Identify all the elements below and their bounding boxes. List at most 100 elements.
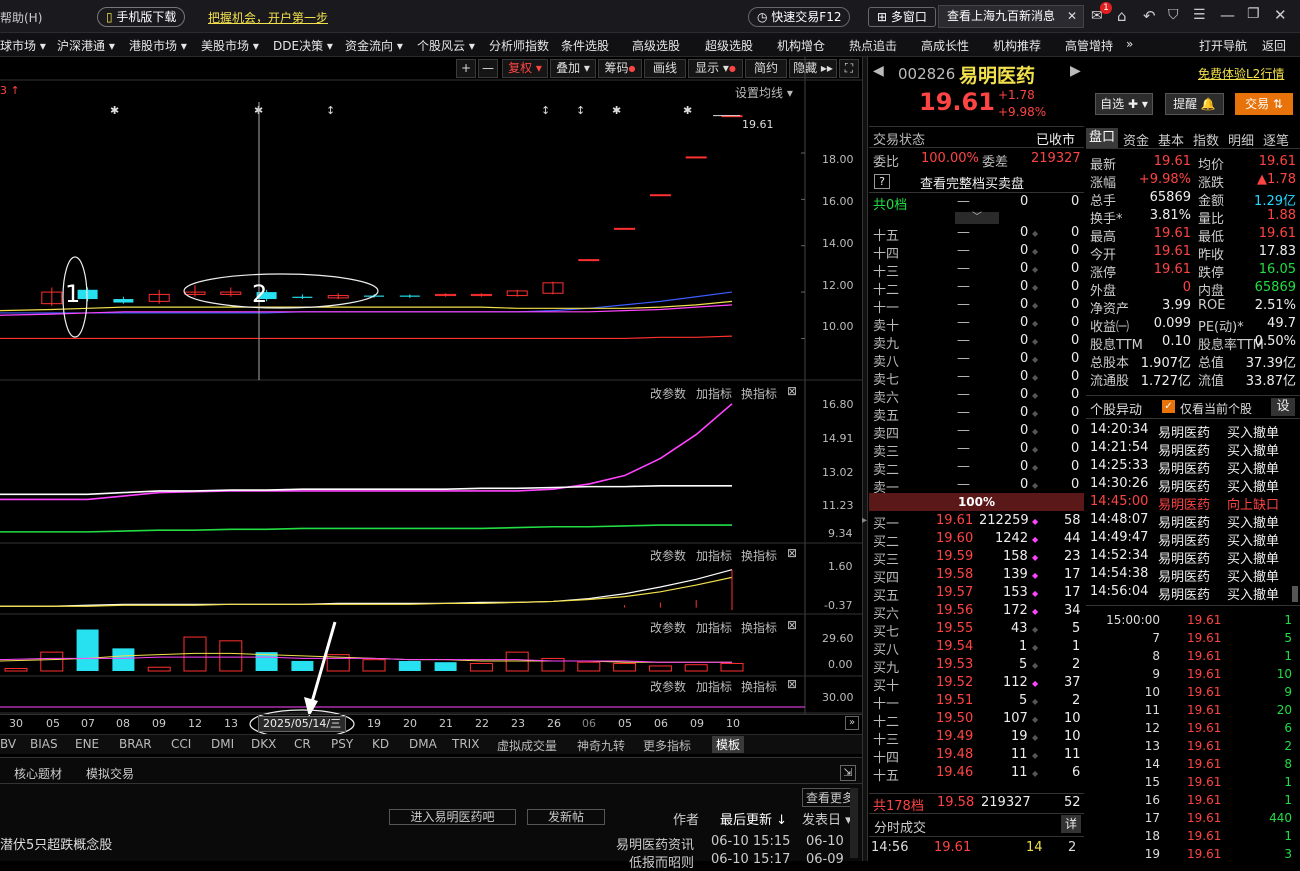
buy-row[interactable]: 买四 19.58 139 ◆ 17 (869, 567, 1084, 586)
buy-row[interactable]: 买二 19.60 1242 ◆ 44 (869, 531, 1084, 550)
collapse-icon[interactable]: ⇲ (840, 765, 856, 781)
add-indicator-button[interactable]: 加指标 (696, 385, 732, 402)
close-icon[interactable]: ✕ (1067, 6, 1077, 27)
quote-tab[interactable]: 逐笔 (1263, 130, 1289, 149)
news-headline[interactable]: 潜伏5只超跌概念股 (0, 834, 112, 853)
next-stock-icon[interactable]: ▶ (1070, 63, 1081, 79)
l2-trial-link[interactable]: 免费体验L2行情 (1198, 65, 1284, 82)
undo-icon[interactable]: ↶ (1143, 7, 1156, 25)
indicator-tab[interactable]: DMA (409, 737, 437, 751)
sell-row[interactable]: 卖六 — 0 ◆ 0 (869, 387, 1084, 406)
menu-item[interactable]: 高级选股 (632, 37, 680, 54)
scrollbar[interactable] (850, 788, 858, 858)
indicator-tab[interactable]: ENE (75, 737, 99, 751)
indicator-tab-active[interactable]: 模板 (712, 736, 745, 753)
switch-indicator-button[interactable]: 换指标 (741, 678, 777, 695)
news-tab[interactable]: 查看上海九百新消息 ✕ (938, 5, 1084, 28)
add-favorite-button[interactable]: 自选 ✚ ▾ (1095, 93, 1153, 115)
sell-row[interactable]: 卖十 — 0 ◆ 0 (869, 315, 1084, 334)
sell-row[interactable]: 卖九 — 0 ◆ 0 (869, 333, 1084, 352)
promo-link[interactable]: 把握机会，开户第一步 (208, 9, 328, 26)
event-row[interactable]: 14:20:34 易明医药 买入撤单 (1088, 422, 1300, 441)
indicator-tab[interactable]: 虚拟成交量 (497, 737, 557, 754)
sell-row[interactable]: 卖二 — 0 ◆ 0 (869, 459, 1084, 478)
menu-item[interactable]: 港股市场 ▾ (129, 37, 187, 54)
multi-window-button[interactable]: ⊞ 多窗口 (868, 7, 936, 27)
add-indicator-button[interactable]: 加指标 (696, 619, 732, 636)
open-nav-link[interactable]: 打开导航 (1199, 37, 1247, 54)
close-panel-icon[interactable]: ⊠ (787, 546, 797, 560)
switch-indicator-button[interactable]: 换指标 (741, 547, 777, 564)
checkbox-checked-icon[interactable]: ✓ (1162, 400, 1175, 413)
indicator-tab[interactable]: DMI (211, 737, 234, 751)
home-icon[interactable]: ⌂ (1117, 7, 1127, 25)
menu-item[interactable]: 条件选股 (561, 37, 609, 54)
help-menu[interactable]: 帮助(H) (0, 9, 42, 26)
menu-item[interactable]: 热点追击 (849, 37, 897, 54)
core-topic-tab[interactable]: 核心题材 (14, 765, 62, 782)
sell-row[interactable]: 卖三 — 0 ◆ 0 (869, 441, 1084, 460)
indicator-tab[interactable]: TRIX (452, 737, 479, 751)
author-column[interactable]: 作者 (673, 809, 699, 828)
event-row[interactable]: 14:48:07 易明医药 买入撤单 (1088, 512, 1300, 531)
last-update-sort[interactable]: 最后更新 ↓ (720, 809, 787, 828)
sell-row[interactable]: 卖八 — 0 ◆ 0 (869, 351, 1084, 370)
time-sales-detail-button[interactable]: 详 (1061, 815, 1081, 833)
scrollbar-thumb[interactable] (1292, 586, 1298, 602)
sell-row[interactable]: 卖五 — 0 ◆ 0 (869, 405, 1084, 424)
indicator-tab[interactable]: KD (372, 737, 389, 751)
new-post-button[interactable]: 发新帖 (527, 809, 605, 825)
enter-forum-button[interactable]: 进入易明医药吧 (389, 809, 516, 825)
skin-icon[interactable]: ⛉ (1168, 7, 1179, 23)
menu-item[interactable]: 机构推荐 (993, 37, 1041, 54)
indicator-tab[interactable]: BRAR (119, 737, 152, 751)
indicator-tab[interactable]: BIAS (30, 737, 58, 751)
buy-row[interactable]: 买七 19.55 43 ◆ 5 (869, 621, 1084, 640)
menu-item[interactable]: 沪深港通 ▾ (57, 37, 115, 54)
menu-item[interactable]: 超级选股 (705, 37, 753, 54)
events-settings-button[interactable]: 设 (1271, 398, 1295, 416)
quick-trade-button[interactable]: ◷ 快速交易F12 (748, 7, 851, 27)
buy-row[interactable]: 买十 19.52 112 ◆ 37 (869, 675, 1084, 694)
indicator-tab[interactable]: CCI (171, 737, 191, 751)
set-ma-button[interactable]: 设置均线 ▾ (735, 84, 793, 101)
splitter-handle-icon[interactable]: ▸ (862, 515, 867, 526)
event-row[interactable]: 14:52:34 易明医药 买入撤单 (1088, 548, 1300, 567)
change-params-button[interactable]: 改参数 (650, 678, 686, 695)
minimize-icon[interactable]: — (1220, 6, 1235, 24)
menu-item[interactable]: 分析师指数 (489, 37, 549, 54)
close-window-icon[interactable]: ✕ (1274, 6, 1287, 24)
chart-svg[interactable]: ✱✱↕↕↕✱✱ (0, 57, 862, 757)
only-current-label[interactable]: 仅看当前个股 (1180, 400, 1252, 417)
menu-item[interactable]: 高管增持 (1065, 37, 1113, 54)
full-book-link[interactable]: 查看完整档买卖盘 (920, 173, 1024, 192)
menu-item[interactable]: 美股市场 ▾ (201, 37, 259, 54)
menu-item[interactable]: 个股风云 ▾ (417, 37, 475, 54)
close-panel-icon[interactable]: ⊠ (787, 677, 797, 691)
menu-icon[interactable]: ☰ (1193, 7, 1206, 23)
buy-row[interactable]: 买三 19.59 158 ◆ 23 (869, 549, 1084, 568)
sell-row[interactable]: 十三 — 0 ◆ 0 (869, 261, 1084, 280)
quote-tab[interactable]: 资金 (1123, 130, 1149, 149)
buy-row[interactable]: 十四 19.48 11 ◆ 11 (869, 747, 1084, 766)
sell-row[interactable]: 卖七 — 0 ◆ 0 (869, 369, 1084, 388)
remind-button[interactable]: 提醒 🔔 (1165, 93, 1224, 115)
switch-indicator-button[interactable]: 换指标 (741, 619, 777, 636)
prev-stock-icon[interactable]: ◀ (873, 63, 884, 79)
sell-row[interactable]: 十五 — 0 ◆ 0 (869, 225, 1084, 244)
buy-row[interactable]: 买八 19.54 1 ◆ 1 (869, 639, 1084, 658)
quote-tab[interactable]: 指数 (1193, 130, 1219, 149)
indicator-tab[interactable]: CR (294, 737, 311, 751)
indicator-tab[interactable]: PSY (331, 737, 353, 751)
buy-row[interactable]: 十五 19.46 11 ◆ 6 (869, 765, 1084, 784)
add-indicator-button[interactable]: 加指标 (696, 678, 732, 695)
buy-row[interactable]: 买五 19.57 153 ◆ 17 (869, 585, 1084, 604)
back-link[interactable]: 返回 (1262, 37, 1286, 54)
event-row[interactable]: 14:21:54 易明医药 买入撤单 (1088, 440, 1300, 459)
buy-row[interactable]: 十一 19.51 5 ◆ 2 (869, 693, 1084, 712)
switch-indicator-button[interactable]: 换指标 (741, 385, 777, 402)
menu-more[interactable]: » (1126, 37, 1133, 51)
event-row[interactable]: 14:25:33 易明医药 买入撤单 (1088, 458, 1300, 477)
scroll-right-icon[interactable]: » (845, 716, 859, 730)
quote-tab-active[interactable]: 盘口 (1086, 128, 1118, 148)
